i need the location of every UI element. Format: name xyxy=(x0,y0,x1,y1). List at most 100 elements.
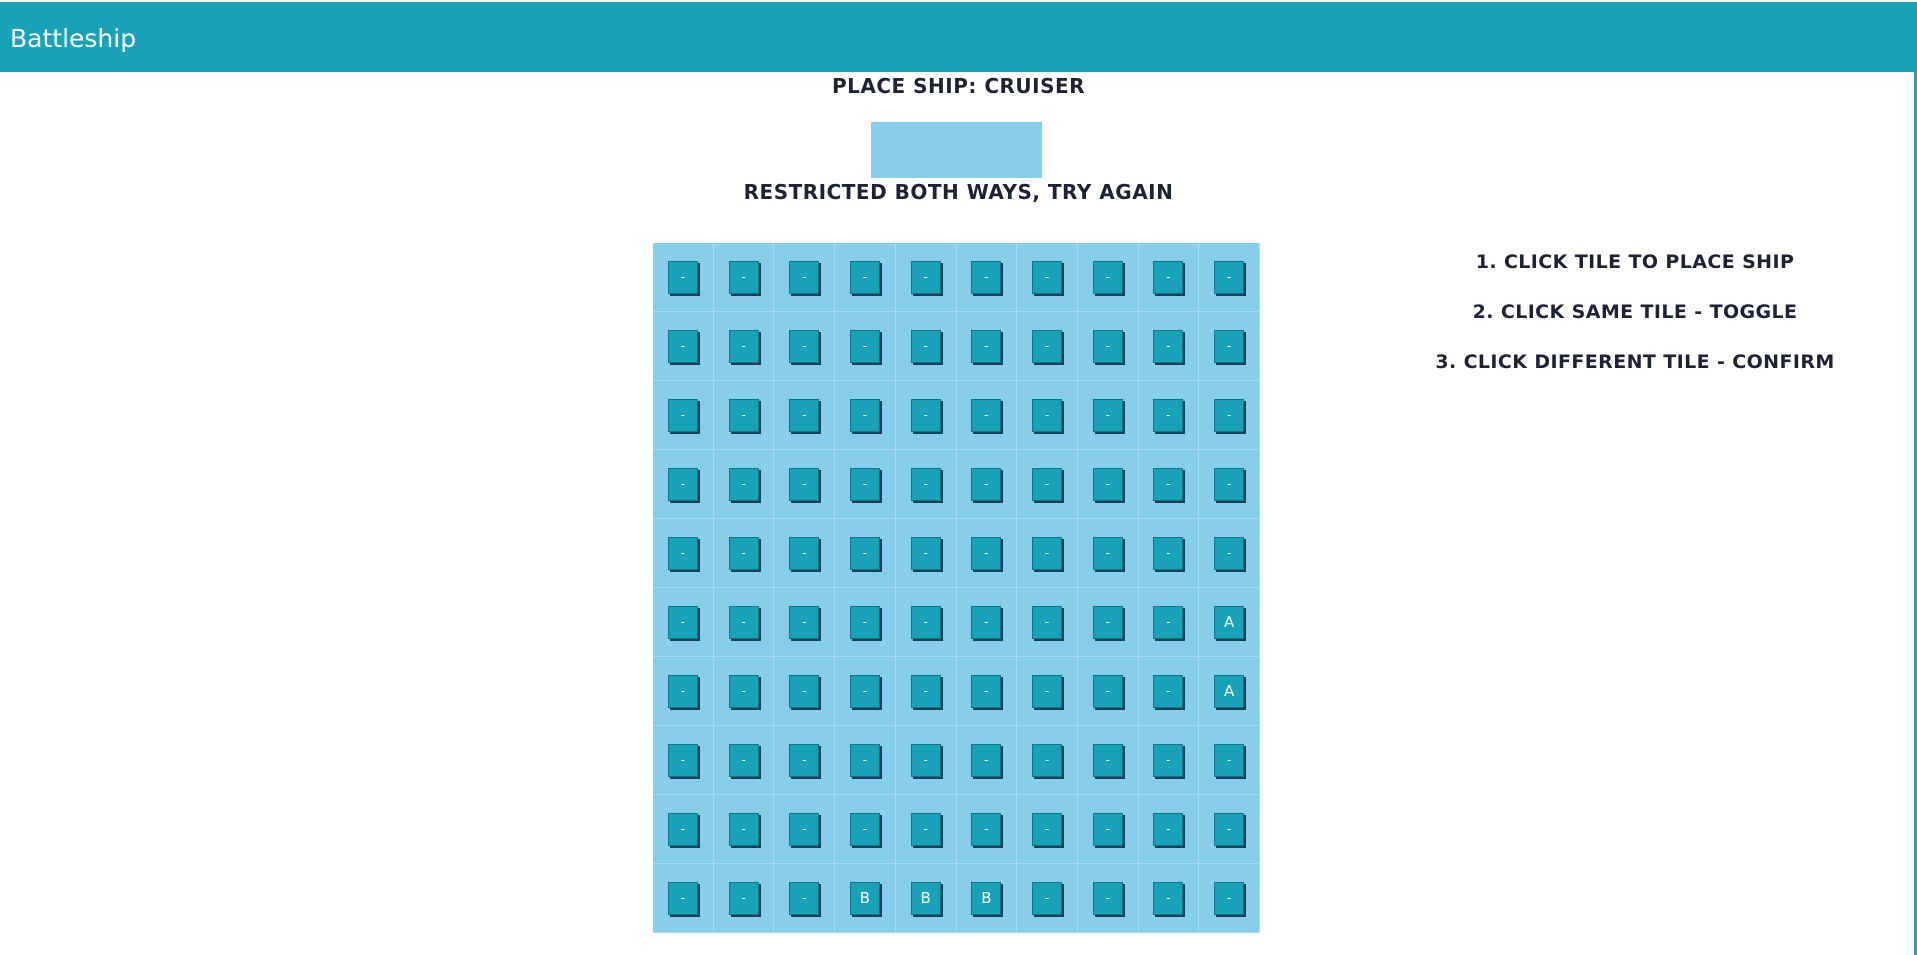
board-tile-button[interactable]: - xyxy=(849,605,880,639)
board-tile-button[interactable]: - xyxy=(728,467,759,501)
board-tile-button[interactable]: - xyxy=(1032,536,1063,570)
board-tile-button[interactable]: - xyxy=(1214,743,1245,777)
board-tile-button[interactable]: - xyxy=(1032,605,1063,639)
board-tile-button[interactable]: - xyxy=(667,881,698,915)
board-tile-button[interactable]: - xyxy=(667,467,698,501)
board-tile-button[interactable]: - xyxy=(971,743,1002,777)
board-tile-button[interactable]: - xyxy=(971,605,1002,639)
board-tile-button[interactable]: - xyxy=(728,881,759,915)
board-tile-button[interactable]: - xyxy=(789,674,820,708)
board-tile-button[interactable]: - xyxy=(849,260,880,294)
board-tile-button[interactable]: A xyxy=(1214,674,1245,708)
board-tile-button[interactable]: - xyxy=(1214,398,1245,432)
board-tile-button[interactable]: - xyxy=(1032,467,1063,501)
board-tile-button[interactable]: - xyxy=(1092,743,1123,777)
board-tile-button[interactable]: - xyxy=(789,881,820,915)
board-tile-button[interactable]: - xyxy=(971,467,1002,501)
board-tile-button[interactable]: - xyxy=(1153,329,1184,363)
board-tile-button[interactable]: - xyxy=(971,812,1002,846)
board-tile-button[interactable]: - xyxy=(1153,743,1184,777)
board-tile-button[interactable]: - xyxy=(849,743,880,777)
board-tile-button[interactable]: - xyxy=(667,605,698,639)
board-tile-button[interactable]: - xyxy=(789,260,820,294)
board-tile-button[interactable]: - xyxy=(910,329,941,363)
board-tile-button[interactable]: - xyxy=(910,398,941,432)
board-tile-button[interactable]: - xyxy=(971,260,1002,294)
board-tile-button[interactable]: - xyxy=(1214,536,1245,570)
board-tile-button[interactable]: A xyxy=(1214,605,1245,639)
board-tile-button[interactable]: - xyxy=(910,812,941,846)
board-tile-button[interactable]: - xyxy=(1092,812,1123,846)
board-tile-button[interactable]: - xyxy=(667,812,698,846)
board-tile-button[interactable]: - xyxy=(971,398,1002,432)
board-tile-button[interactable]: - xyxy=(1032,881,1063,915)
board-tile-button[interactable]: - xyxy=(1092,605,1123,639)
board-tile-button[interactable]: - xyxy=(971,536,1002,570)
board-tile-button[interactable]: - xyxy=(789,329,820,363)
board-tile-button[interactable]: - xyxy=(789,398,820,432)
board-tile-button[interactable]: - xyxy=(1092,398,1123,432)
board-tile-button[interactable]: B xyxy=(849,881,880,915)
board-tile-button[interactable]: - xyxy=(1214,260,1245,294)
board-tile-button[interactable]: - xyxy=(1214,881,1245,915)
board-tile-button[interactable]: - xyxy=(1032,398,1063,432)
board-tile-button[interactable]: - xyxy=(1092,881,1123,915)
board-tile-button[interactable]: - xyxy=(1092,329,1123,363)
board-tile-button[interactable]: - xyxy=(1214,467,1245,501)
board-tile-button[interactable]: B xyxy=(971,881,1002,915)
board-tile-button[interactable]: - xyxy=(1153,812,1184,846)
board-tile-button[interactable]: - xyxy=(789,467,820,501)
board-tile-button[interactable]: - xyxy=(1032,329,1063,363)
board-tile-button[interactable]: - xyxy=(910,674,941,708)
board-tile-button[interactable]: - xyxy=(728,674,759,708)
board-tile-button[interactable]: - xyxy=(971,329,1002,363)
board-tile-button[interactable]: - xyxy=(910,536,941,570)
board-tile-button[interactable]: - xyxy=(849,812,880,846)
board-tile-button[interactable]: - xyxy=(910,467,941,501)
board-tile-button[interactable]: - xyxy=(1153,260,1184,294)
board-tile-button[interactable]: - xyxy=(1032,743,1063,777)
board-tile-button[interactable]: - xyxy=(1153,881,1184,915)
board-tile-button[interactable]: - xyxy=(971,674,1002,708)
board-tile-button[interactable]: - xyxy=(910,743,941,777)
board-tile-button[interactable]: - xyxy=(789,536,820,570)
board-tile-button[interactable]: - xyxy=(667,398,698,432)
board-tile-button[interactable]: - xyxy=(1092,260,1123,294)
board-tile-button[interactable]: - xyxy=(667,674,698,708)
board-tile-button[interactable]: - xyxy=(1092,467,1123,501)
board-tile-button[interactable]: - xyxy=(849,674,880,708)
board-tile-button[interactable]: - xyxy=(667,743,698,777)
board-tile-button[interactable]: - xyxy=(1153,467,1184,501)
board-tile-button[interactable]: - xyxy=(728,329,759,363)
board-tile-button[interactable]: - xyxy=(1214,329,1245,363)
board-tile-button[interactable]: - xyxy=(1092,536,1123,570)
board-tile-button[interactable]: - xyxy=(789,812,820,846)
board-tile-button[interactable]: - xyxy=(1153,536,1184,570)
board-tile-button[interactable]: - xyxy=(789,743,820,777)
board-tile-button[interactable]: - xyxy=(849,536,880,570)
board-tile-button[interactable]: - xyxy=(1092,674,1123,708)
board-tile-button[interactable]: - xyxy=(667,260,698,294)
board-tile-button[interactable]: - xyxy=(1153,674,1184,708)
board-tile-button[interactable]: - xyxy=(1153,605,1184,639)
board-tile-button[interactable]: - xyxy=(910,605,941,639)
board-tile-button[interactable]: B xyxy=(910,881,941,915)
board-tile-button[interactable]: - xyxy=(728,536,759,570)
board-tile-button[interactable]: - xyxy=(728,743,759,777)
board-tile-button[interactable]: - xyxy=(728,812,759,846)
board-tile-button[interactable]: - xyxy=(667,536,698,570)
board-tile-button[interactable]: - xyxy=(1032,812,1063,846)
board-tile-button[interactable]: - xyxy=(849,467,880,501)
board-tile-button[interactable]: - xyxy=(1153,398,1184,432)
board-tile-button[interactable]: - xyxy=(849,329,880,363)
board-tile-button[interactable]: - xyxy=(1032,674,1063,708)
board-tile-button[interactable]: - xyxy=(1032,260,1063,294)
board-tile-button[interactable]: - xyxy=(728,260,759,294)
board-tile-button[interactable]: - xyxy=(849,398,880,432)
board-tile-button[interactable]: - xyxy=(667,329,698,363)
board-tile-button[interactable]: - xyxy=(910,260,941,294)
board-tile-button[interactable]: - xyxy=(728,605,759,639)
board-tile-button[interactable]: - xyxy=(1214,812,1245,846)
board-tile-button[interactable]: - xyxy=(728,398,759,432)
board-tile-button[interactable]: - xyxy=(789,605,820,639)
